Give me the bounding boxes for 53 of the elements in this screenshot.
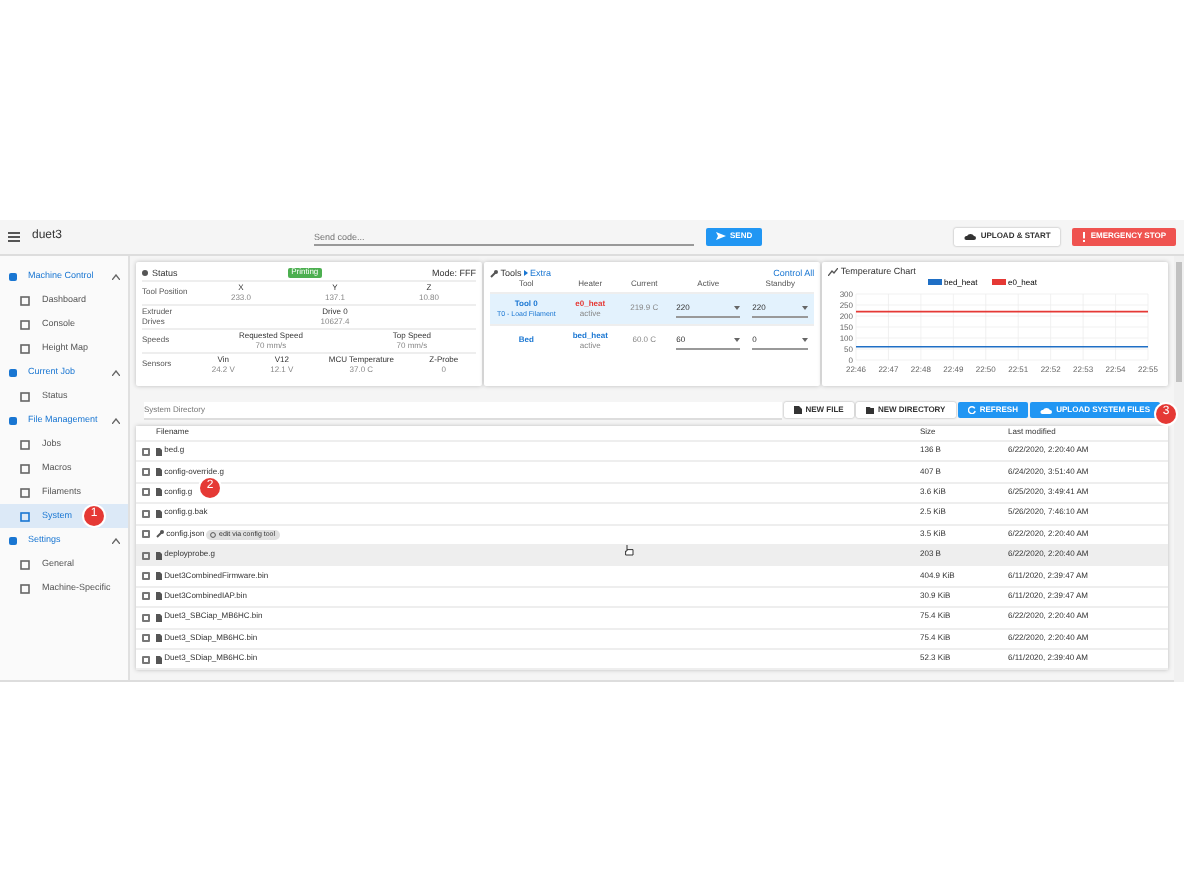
section-icon bbox=[8, 271, 18, 281]
square-icon bbox=[20, 439, 30, 449]
checkbox[interactable] bbox=[142, 572, 150, 581]
checkbox[interactable] bbox=[142, 468, 150, 477]
square-icon bbox=[20, 319, 30, 329]
checkbox[interactable] bbox=[142, 447, 150, 456]
file-icon bbox=[156, 509, 162, 518]
cloud-upload-icon bbox=[1040, 405, 1053, 414]
file-icon bbox=[793, 405, 802, 414]
square-icon bbox=[20, 583, 30, 593]
checkbox[interactable] bbox=[142, 488, 150, 497]
dropdown-caret-icon bbox=[734, 306, 741, 310]
wrench-icon bbox=[490, 269, 499, 277]
menu-icon[interactable] bbox=[8, 232, 20, 242]
folder-icon bbox=[865, 405, 874, 414]
file-icon bbox=[156, 634, 162, 643]
file-icon bbox=[156, 572, 162, 581]
square-icon bbox=[20, 391, 30, 401]
refresh-icon bbox=[967, 405, 976, 414]
square-icon bbox=[20, 343, 30, 353]
cloud-upload-icon bbox=[964, 232, 977, 241]
checkbox[interactable] bbox=[142, 530, 150, 539]
file-icon bbox=[156, 655, 162, 664]
section-icon bbox=[8, 535, 18, 545]
square-icon bbox=[20, 511, 30, 521]
send-icon bbox=[716, 232, 727, 241]
file-icon bbox=[156, 551, 162, 560]
section-icon bbox=[8, 367, 18, 377]
dot-icon bbox=[142, 270, 148, 276]
square-icon bbox=[20, 559, 30, 569]
file-icon bbox=[156, 613, 162, 622]
caret-icon bbox=[523, 270, 528, 276]
chart-line-icon bbox=[828, 267, 839, 276]
checkbox[interactable] bbox=[142, 634, 150, 643]
file-icon bbox=[156, 592, 162, 601]
section-icon bbox=[8, 415, 18, 425]
square-icon bbox=[20, 487, 30, 497]
dropdown-caret-icon bbox=[802, 338, 809, 342]
checkbox[interactable] bbox=[142, 551, 150, 560]
checkbox[interactable] bbox=[142, 655, 150, 664]
checkbox[interactable] bbox=[142, 592, 150, 601]
file-icon bbox=[156, 468, 162, 477]
checkbox[interactable] bbox=[142, 509, 150, 518]
file-icon bbox=[156, 488, 162, 497]
file-icon bbox=[156, 447, 162, 456]
square-icon bbox=[20, 463, 30, 473]
square-icon bbox=[20, 295, 30, 305]
scrollbar[interactable] bbox=[1174, 256, 1184, 682]
wrench-icon bbox=[156, 530, 164, 539]
dropdown-caret-icon bbox=[734, 338, 741, 342]
checkbox[interactable] bbox=[142, 613, 150, 622]
exclamation-icon bbox=[1082, 232, 1087, 242]
dropdown-caret-icon bbox=[802, 306, 809, 310]
